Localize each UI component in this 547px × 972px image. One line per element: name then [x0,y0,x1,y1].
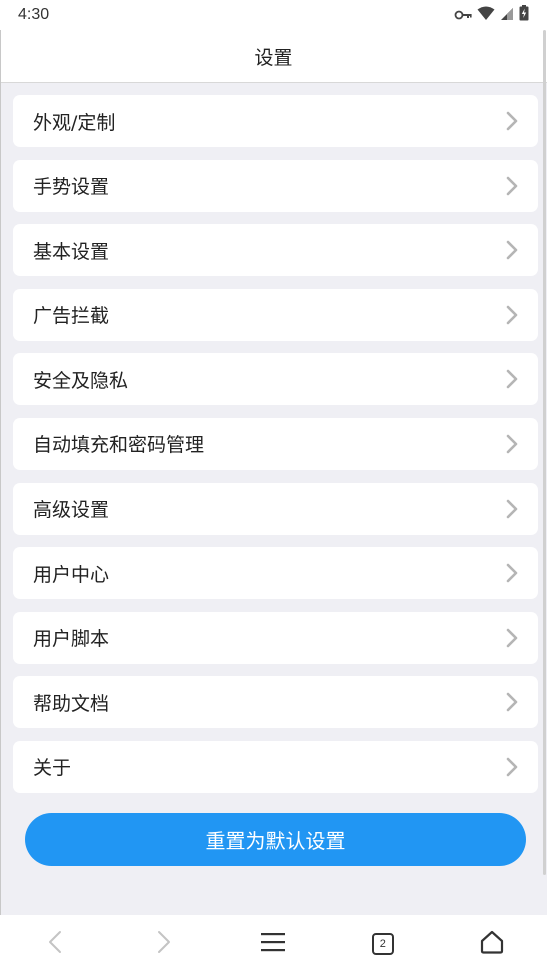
settings-item-label: 用户中心 [33,563,110,586]
settings-item-advanced[interactable]: 高级设置 [13,482,538,535]
tab-count: 2 [379,937,386,950]
bottom-nav-bar: 2 [0,915,547,972]
reset-defaults-button[interactable]: 重置为默认设置 [25,813,526,866]
tabs-button[interactable]: 2 [353,915,413,972]
left-edge-divider [0,30,1,915]
settings-item-about[interactable]: 关于 [13,740,538,793]
settings-item-label: 关于 [33,757,72,780]
status-time: 4:30 [18,6,50,23]
settings-item-label: 手势设置 [33,176,110,199]
settings-item-autofill-passwords[interactable]: 自动填充和密码管理 [13,417,538,470]
settings-item-label: 自动填充和密码管理 [33,434,205,457]
battery-charging-icon [519,5,529,25]
page-title: 设置 [254,46,293,69]
chevron-right-icon [506,434,518,454]
chevron-right-icon [506,757,518,777]
settings-item-label: 高级设置 [33,499,110,522]
chevron-right-icon [506,111,518,131]
settings-item-user-center[interactable]: 用户中心 [13,547,538,600]
settings-item-label: 帮助文档 [33,692,110,715]
settings-list: 外观/定制 手势设置 基本设置 广告拦截 安全及隐私 自动填充和密码管理 高级设… [13,95,538,806]
chevron-right-icon [506,628,518,648]
chevron-right-icon [506,305,518,325]
chevron-left-icon [48,930,62,958]
title-bar: 设置 [0,30,547,83]
menu-button[interactable] [243,915,303,972]
settings-item-label: 用户脚本 [33,628,110,651]
settings-item-label: 广告拦截 [33,305,110,328]
wifi-icon [477,6,495,25]
settings-item-label: 安全及隐私 [33,369,129,392]
home-button[interactable] [462,915,522,972]
settings-item-appearance[interactable]: 外观/定制 [13,95,538,147]
back-button[interactable] [25,915,85,972]
forward-button[interactable] [134,915,194,972]
home-icon [479,930,505,958]
settings-item-label: 外观/定制 [33,111,116,134]
chevron-right-icon [506,499,518,519]
chevron-right-icon [506,563,518,583]
chevron-right-icon [157,930,171,958]
hamburger-menu-icon [261,932,286,956]
scrollbar[interactable] [543,30,546,875]
chevron-right-icon [506,240,518,260]
settings-item-gestures[interactable]: 手势设置 [13,159,538,212]
status-bar: 4:30 [0,0,547,30]
settings-item-help-docs[interactable]: 帮助文档 [13,676,538,729]
status-icons [454,5,529,25]
settings-item-label: 基本设置 [33,240,110,263]
settings-item-security-privacy[interactable]: 安全及隐私 [13,353,538,406]
settings-item-ad-block[interactable]: 广告拦截 [13,288,538,341]
settings-item-user-scripts[interactable]: 用户脚本 [13,611,538,664]
settings-item-basic[interactable]: 基本设置 [13,224,538,277]
vpn-key-icon [454,6,472,25]
cellular-signal-icon [500,6,514,25]
chevron-right-icon [506,692,518,712]
chevron-right-icon [506,369,518,389]
tabs-icon: 2 [371,932,394,955]
chevron-right-icon [506,176,518,196]
